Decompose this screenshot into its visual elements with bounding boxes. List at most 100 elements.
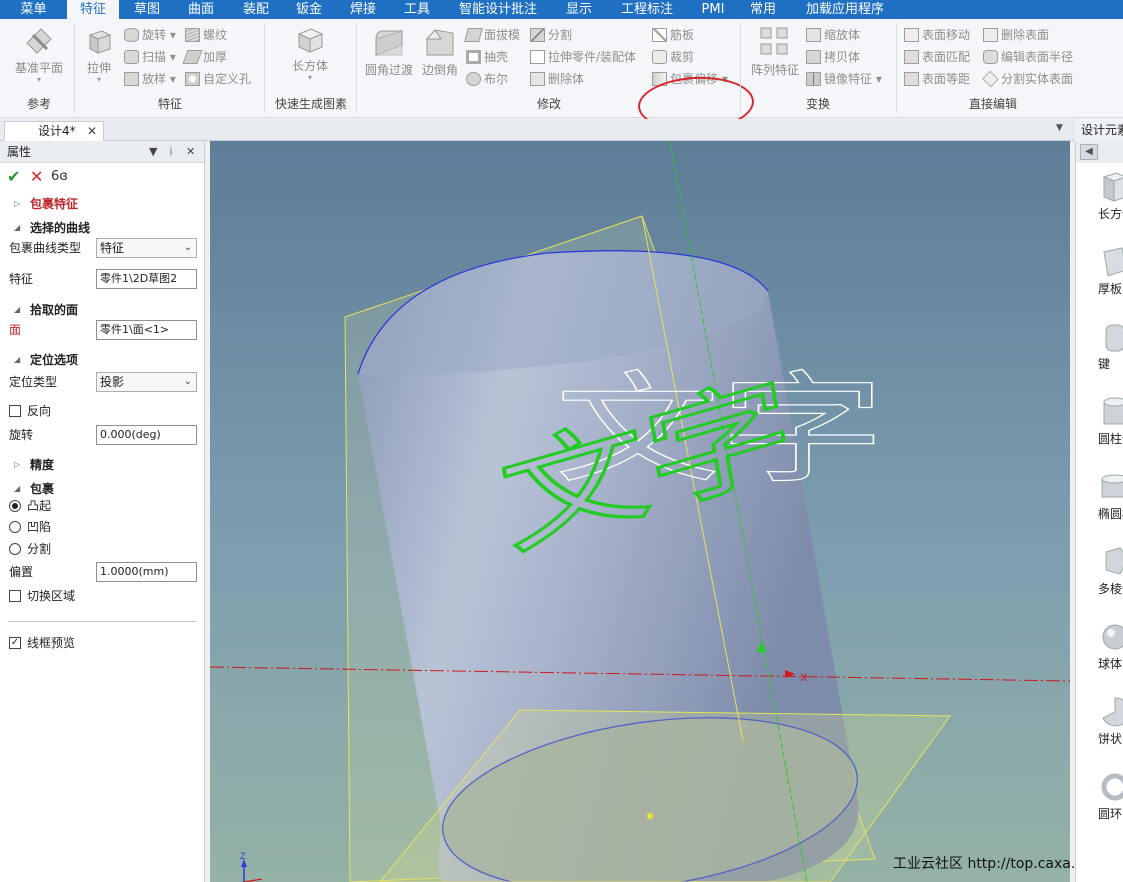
preview-glasses-icon[interactable]: 6ɞ <box>51 168 68 186</box>
reverse-checkbox[interactable] <box>9 405 21 417</box>
position-type-select[interactable]: 投影 ⌄ <box>96 372 197 392</box>
copy-body-button[interactable]: 拷贝体 <box>806 47 860 67</box>
offset-field[interactable]: 1.0000(mm) <box>96 562 197 582</box>
loft-button[interactable]: 放样 ▾ <box>124 69 176 89</box>
pattern-button[interactable]: 阵列特征 <box>746 25 804 91</box>
design-element-cylinder[interactable]: 圆柱体 <box>1076 392 1123 462</box>
curve-type-select[interactable]: 特征 ⌄ <box>96 238 197 258</box>
scale-body-button[interactable]: 缩放体 <box>806 25 860 45</box>
box-icon <box>297 28 324 53</box>
group-label-modify: 修改 <box>536 97 561 111</box>
tab-list-dropdown-icon[interactable]: ▼ <box>1056 123 1063 133</box>
section-title: 选择的曲线 <box>30 221 91 235</box>
fillet-button[interactable]: 圆角过渡 <box>362 25 416 91</box>
emboss-option[interactable]: 凸起 <box>0 495 205 517</box>
toggle-region-row[interactable]: 切换区域 <box>0 585 205 607</box>
section-precision[interactable]: ▷ 精度 <box>0 454 205 476</box>
confirm-check-icon[interactable]: ✔ <box>7 168 20 186</box>
design-element-label: 圆柱体 <box>1098 432 1123 446</box>
design-element-prism[interactable]: 多棱体 <box>1076 542 1123 612</box>
cancel-x-icon[interactable]: ✕ <box>30 168 43 186</box>
design-element-label: 球体 <box>1098 657 1123 671</box>
edit-radius-icon <box>983 50 998 64</box>
emboss-radio[interactable] <box>9 500 21 512</box>
design-element-box[interactable]: 长方体 <box>1076 167 1123 237</box>
tab-tools[interactable]: 工具 <box>392 0 442 19</box>
split-option[interactable]: 分割 <box>0 538 205 560</box>
x-axis-label: X <box>800 672 808 684</box>
design-element-key[interactable]: 键 <box>1076 317 1123 387</box>
design-element-torus[interactable]: 圆环 <box>1076 767 1123 837</box>
trim-button[interactable]: 裁剪 <box>652 47 694 67</box>
datum-plane-button[interactable]: 基准平面 ▾ <box>8 25 70 91</box>
thicken-button[interactable]: 加厚 <box>182 47 227 67</box>
split-solid-face-button[interactable]: 分割实体表面 <box>982 69 1073 89</box>
tab-smart-annotation[interactable]: 智能设计批注 <box>452 0 544 19</box>
rotate-button[interactable]: 旋转 ▾ <box>124 25 176 45</box>
boolean-button[interactable]: 布尔 <box>466 69 508 89</box>
design-element-pie[interactable]: 饼状 <box>1076 692 1123 762</box>
chamfer-button[interactable]: 边倒角 <box>418 25 462 91</box>
delete-body-button[interactable]: 删除体 <box>530 69 584 89</box>
panel-menu-icon[interactable]: ▼ <box>149 141 157 163</box>
document-tab[interactable]: 设计4* ✕ <box>4 121 104 141</box>
feature-field[interactable]: 零件1\2D草图2 <box>96 269 197 289</box>
tab-sketch[interactable]: 草图 <box>122 0 172 19</box>
extrude-part-button[interactable]: 拉伸零件/装配体 <box>530 47 636 67</box>
draft-icon <box>464 28 483 42</box>
sweep-button[interactable]: 扫描 ▾ <box>124 47 176 67</box>
deboss-radio[interactable] <box>9 521 21 533</box>
box-button[interactable]: 长方体 ▾ <box>280 25 340 91</box>
tab-display[interactable]: 显示 <box>555 0 603 19</box>
delete-face-button[interactable]: 删除表面 <box>983 25 1049 45</box>
face-field[interactable]: 零件1\面<1> <box>96 320 197 340</box>
split-radio[interactable] <box>9 543 21 555</box>
section-selected-curve[interactable]: ◢ 选择的曲线 <box>0 217 205 239</box>
3d-viewport[interactable]: X 文字 文字 Z <box>210 141 1070 882</box>
tab-assembly[interactable]: 装配 <box>231 0 281 19</box>
custom-hole-button[interactable]: 自定义孔 <box>185 69 251 89</box>
copy-body-label: 拷贝体 <box>824 50 861 64</box>
tab-addins[interactable]: 加载应用程序 <box>798 0 892 19</box>
design-element-sphere[interactable]: 球体 <box>1076 617 1123 687</box>
tab-engineering-annotation[interactable]: 工程标注 <box>613 0 681 19</box>
move-face-button[interactable]: 表面移动 <box>904 25 970 45</box>
scene-canvas[interactable]: X 文字 文字 Z <box>210 141 1070 882</box>
split-icon <box>530 28 545 42</box>
mirror-feature-button[interactable]: 镜像特征 ▾ <box>806 69 882 89</box>
close-icon[interactable]: ✕ <box>186 141 195 163</box>
tab-feature[interactable]: 特征 <box>67 0 119 19</box>
reverse-row[interactable]: 反向 <box>0 400 205 422</box>
equidistant-face-button[interactable]: 表面等距 <box>904 69 970 89</box>
extrude-button[interactable]: 拉伸 ▾ <box>80 25 118 91</box>
split-button[interactable]: 分割 <box>530 25 572 45</box>
tab-menu[interactable]: 菜单 <box>0 0 67 19</box>
pin-icon[interactable]: ᚿ <box>168 141 175 163</box>
design-element-thick-plate[interactable]: 厚板 <box>1076 242 1123 312</box>
tab-welding[interactable]: 焊接 <box>338 0 388 19</box>
draft-button[interactable]: 面拔模 <box>464 25 520 45</box>
edit-radius-button[interactable]: 编辑表面半径 <box>983 47 1073 67</box>
close-icon[interactable]: ✕ <box>87 122 97 140</box>
section-picked-face[interactable]: ◢ 拾取的面 <box>0 299 205 321</box>
shell-button[interactable]: 抽壳 <box>466 47 508 67</box>
section-wrap-feature[interactable]: ▷ 包裹特征 <box>0 193 205 215</box>
tab-surface[interactable]: 曲面 <box>176 0 226 19</box>
wireframe-preview-checkbox[interactable]: ✓ <box>9 637 21 649</box>
trim-label: 裁剪 <box>670 50 695 64</box>
rib-button[interactable]: 筋板 <box>652 25 694 45</box>
wireframe-preview-row[interactable]: ✓ 线框预览 <box>0 632 205 654</box>
match-face-button[interactable]: 表面匹配 <box>904 47 970 67</box>
tab-pmi[interactable]: PMI <box>694 0 732 19</box>
toggle-region-checkbox[interactable] <box>9 590 21 602</box>
deboss-option[interactable]: 凹陷 <box>0 516 205 538</box>
section-position-options[interactable]: ◢ 定位选项 <box>0 349 205 371</box>
back-arrow-icon[interactable]: ◀ <box>1080 144 1098 160</box>
tab-common[interactable]: 常用 <box>743 0 783 19</box>
rotation-row: 旋转 0.000(deg) <box>0 424 205 446</box>
thread-button[interactable]: 螺纹 <box>185 25 227 45</box>
face-row: 面 零件1\面<1> <box>0 319 205 341</box>
design-element-elliptic-cylinder[interactable]: 椭圆柱 <box>1076 467 1123 537</box>
tab-sheetmetal[interactable]: 钣金 <box>284 0 334 19</box>
rotation-field[interactable]: 0.000(deg) <box>96 425 197 445</box>
